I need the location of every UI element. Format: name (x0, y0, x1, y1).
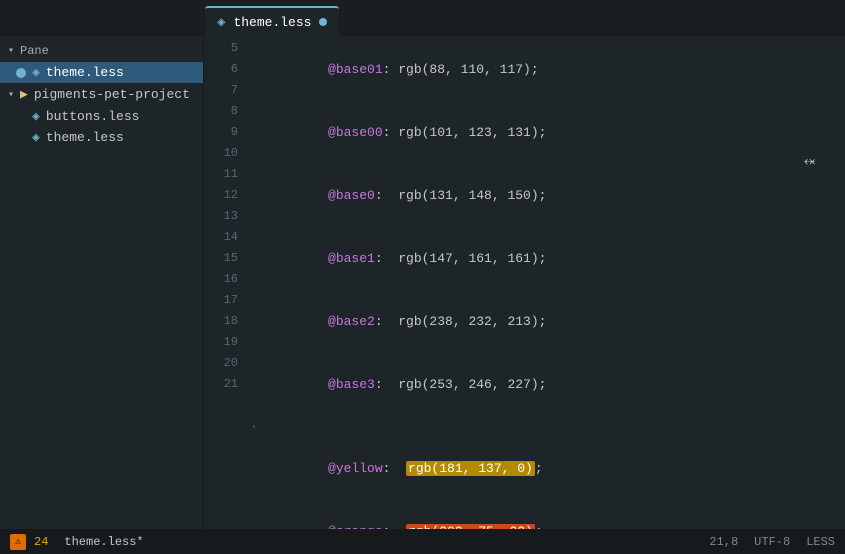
warning-number: 24 (34, 535, 48, 549)
line-num-20: 20 (204, 353, 238, 374)
line-num-7: 7 (204, 80, 238, 101)
code-line-12: @yellow: rgb(181, 137, 0); (250, 437, 845, 500)
sidebar-item-theme-less-top[interactable]: ◈ theme.less (0, 62, 203, 83)
code-line-7: @base0: rgb(131, 148, 150); (250, 164, 845, 227)
pane-header[interactable]: ▾ Pane (0, 40, 203, 62)
tab-bar: ◈ theme.less (0, 0, 845, 36)
line-num-10: 10 (204, 143, 238, 164)
editor[interactable]: 5 6 7 8 9 10 11 12 13 14 15 16 17 18 19 … (204, 36, 845, 529)
status-filename: theme.less* (64, 535, 143, 549)
sidebar-label-theme-less-sub: theme.less (46, 130, 124, 145)
code-line-6: @base00: rgb(101, 123, 131); (250, 101, 845, 164)
code-line-11: · (250, 416, 845, 437)
code-line-8: @base1: rgb(147, 161, 161); (250, 227, 845, 290)
sidebar-item-buttons-less[interactable]: ◈ buttons.less (0, 106, 203, 127)
line-num-15: 15 (204, 248, 238, 269)
sidebar-label-theme-less-top: theme.less (46, 65, 124, 80)
code-line-13: @orange: rgb(203, 75, 22); (250, 500, 845, 529)
code-line-9: @base2: rgb(238, 232, 213); (250, 290, 845, 353)
folder-arrow: ▾ (8, 89, 14, 101)
code-line-10: @base3: rgb(253, 246, 227); (250, 353, 845, 416)
status-bar: ⚠ 24 theme.less* 21,8 UTF-8 LESS (0, 529, 845, 554)
sidebar-label-buttons-less: buttons.less (46, 109, 140, 124)
var-orange: @orange (328, 524, 383, 529)
line-num-18: 18 (204, 311, 238, 332)
line-num-19: 19 (204, 332, 238, 353)
pane-label: Pane (20, 44, 49, 58)
line-num-8: 8 (204, 101, 238, 122)
sidebar-folder-pigments[interactable]: ▾ ▶ pigments-pet-project (0, 83, 203, 106)
line-numbers: 5 6 7 8 9 10 11 12 13 14 15 16 17 18 19 … (204, 36, 246, 529)
sidebar-folder-label: pigments-pet-project (34, 87, 190, 102)
line-num-6: 6 (204, 59, 238, 80)
file-icon-buttons: ◈ (32, 109, 40, 124)
var-base01: @base01 (328, 62, 383, 77)
line-num-5: 5 (204, 38, 238, 59)
line-num-17: 17 (204, 290, 238, 311)
status-cursor-pos: 21,8 (709, 535, 738, 549)
line-num-9: 9 (204, 122, 238, 143)
editor-content: 5 6 7 8 9 10 11 12 13 14 15 16 17 18 19 … (204, 36, 845, 529)
line-num-12: 12 (204, 185, 238, 206)
tab-label: theme.less (233, 15, 311, 30)
status-right: 21,8 UTF-8 LESS (709, 535, 835, 549)
sidebar-item-theme-less-sub[interactable]: ◈ theme.less (0, 127, 203, 148)
var-base1: @base1 (328, 251, 375, 266)
line-num-11: 11 (204, 164, 238, 185)
active-circle-icon (16, 68, 26, 78)
folder-icon: ▶ (20, 87, 28, 102)
file-icon-blue: ◈ (32, 65, 40, 80)
line-num-14: 14 (204, 227, 238, 248)
status-left: ⚠ 24 theme.less* (10, 534, 144, 550)
val-yellow: rgb(181, 137, 0) (406, 461, 535, 476)
line-num-16: 16 (204, 269, 238, 290)
var-base00: @base00 (328, 125, 383, 140)
var-base0: @base0 (328, 188, 375, 203)
file-icon-theme-sub: ◈ (32, 130, 40, 145)
line-num-13: 13 (204, 206, 238, 227)
tab-theme-less[interactable]: ◈ theme.less (205, 6, 339, 36)
status-warning-count: 24 (34, 535, 48, 549)
pane-arrow: ▾ (8, 45, 14, 57)
main-area: ▾ Pane ◈ theme.less ▾ ▶ pigments-pet-pro… (0, 36, 845, 529)
val-orange: rgb(203, 75, 22) (406, 524, 535, 529)
line-num-21: 21 (204, 374, 238, 395)
code-lines: @base01: rgb(88, 110, 117); @base00: rgb… (246, 36, 845, 529)
modified-dot (319, 18, 327, 26)
status-error-icon: ⚠ (10, 534, 26, 550)
var-base2: @base2 (328, 314, 375, 329)
code-line-5: @base01: rgb(88, 110, 117); (250, 38, 845, 101)
file-icon: ◈ (217, 14, 225, 31)
var-yellow: @yellow (328, 461, 383, 476)
status-syntax: LESS (806, 535, 835, 549)
var-base3: @base3 (328, 377, 375, 392)
sidebar: ▾ Pane ◈ theme.less ▾ ▶ pigments-pet-pro… (0, 36, 204, 529)
status-encoding: UTF-8 (754, 535, 790, 549)
